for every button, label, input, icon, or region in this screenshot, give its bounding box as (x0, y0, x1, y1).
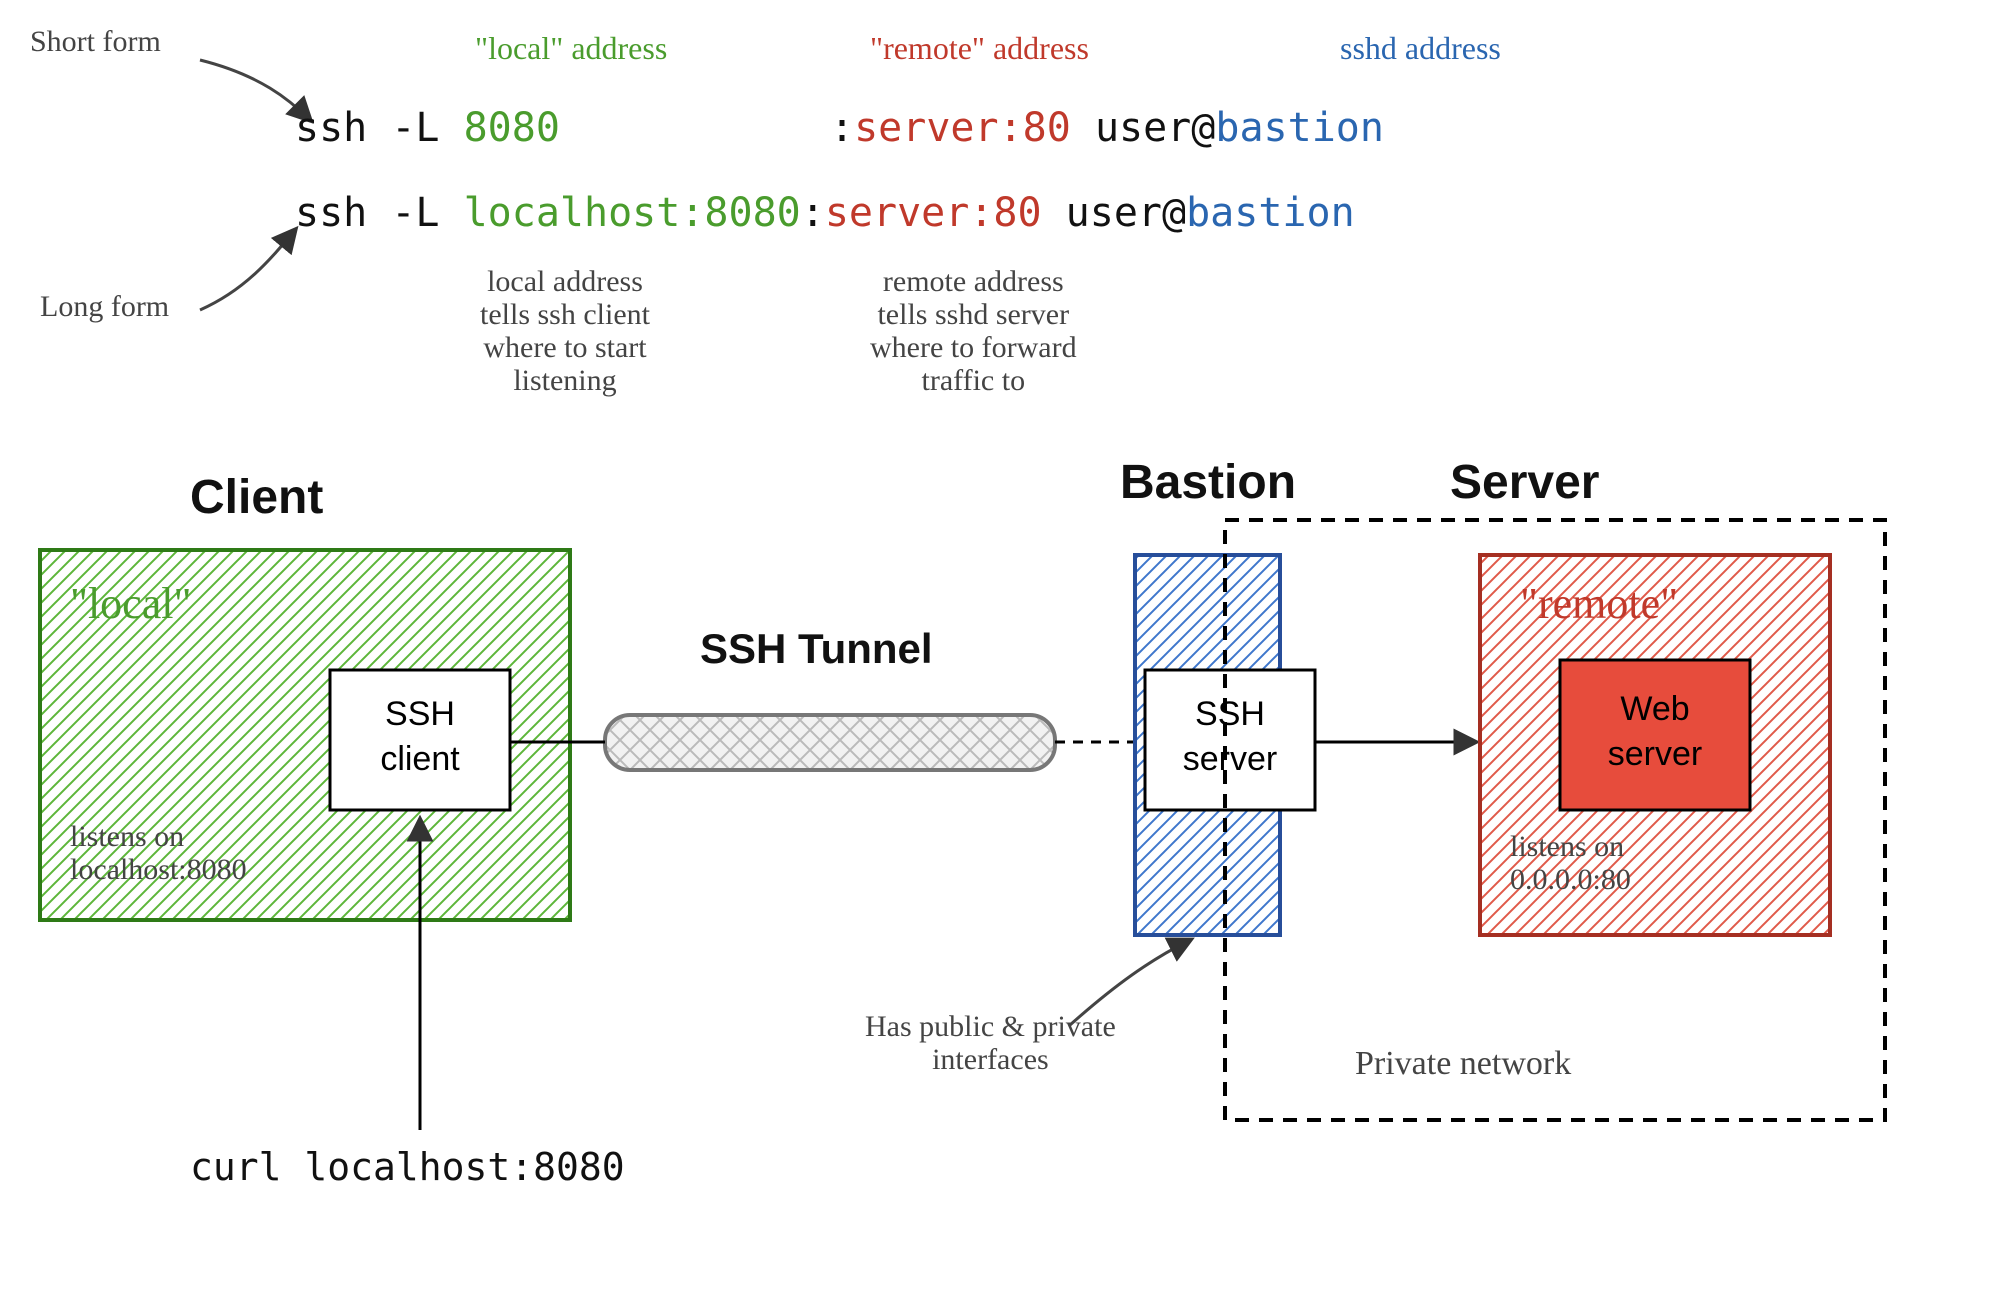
bastion-note: Has public & private interfaces (865, 1010, 1116, 1076)
cmd2-userat: user@ (1066, 190, 1186, 236)
ssh-client-l2: client (380, 740, 460, 778)
cmd1-remote: server:80 (854, 105, 1071, 151)
local-head: "local" address (475, 30, 667, 67)
svg-text:SSH: SSH (1195, 695, 1265, 733)
cmd2-prefix: ssh -L (295, 190, 464, 236)
svg-text:server: server (1608, 735, 1702, 773)
cmd2-local: localhost:8080 (464, 190, 801, 236)
cmd2-remote: server:80 (825, 190, 1042, 236)
cmd-long: ssh -L localhost:8080:server:80 user@bas… (295, 190, 1355, 236)
cmd2-target: bastion (1186, 190, 1355, 236)
cmd1-target: bastion (1215, 105, 1384, 151)
ssh-client-l1: SSH (385, 695, 455, 733)
local-listen: listens on localhost:8080 (70, 820, 247, 886)
cmd1-local: 8080 (464, 105, 560, 151)
sshd-head: sshd address (1340, 30, 1501, 67)
server-title: Server (1450, 455, 1599, 510)
short-form-label: Short form (30, 25, 161, 58)
cmd1-sp (1071, 105, 1095, 151)
cmd-short-remote: :server:80 user@bastion (830, 105, 1384, 151)
cmd-short: ssh -L 8080 (295, 105, 560, 151)
long-form-label: Long form (40, 290, 169, 323)
tunnel-label: SSH Tunnel (700, 625, 933, 673)
local-note: local address tells ssh client where to … (480, 265, 650, 397)
local-badge: "local" (70, 580, 191, 628)
svg-text:Web: Web (1620, 690, 1689, 728)
cmd1-userat: user@ (1095, 105, 1215, 151)
svg-text:server: server (1183, 740, 1277, 778)
remote-listen: listens on 0.0.0.0:80 (1510, 830, 1631, 896)
bastion-title: Bastion (1120, 455, 1296, 510)
cmd1-prefix: ssh -L (295, 105, 464, 151)
remote-head: "remote" address (870, 30, 1089, 67)
cmd2-sp (1042, 190, 1066, 236)
curl-cmd: curl localhost:8080 (190, 1145, 625, 1189)
cmd2-colon: : (801, 190, 825, 236)
remote-note: remote address tells sshd server where t… (870, 265, 1077, 397)
remote-badge: "remote" (1520, 580, 1678, 628)
private-net-label: Private network (1355, 1045, 1571, 1082)
cmd1-colon1: : (830, 105, 854, 151)
client-title: Client (190, 470, 323, 525)
